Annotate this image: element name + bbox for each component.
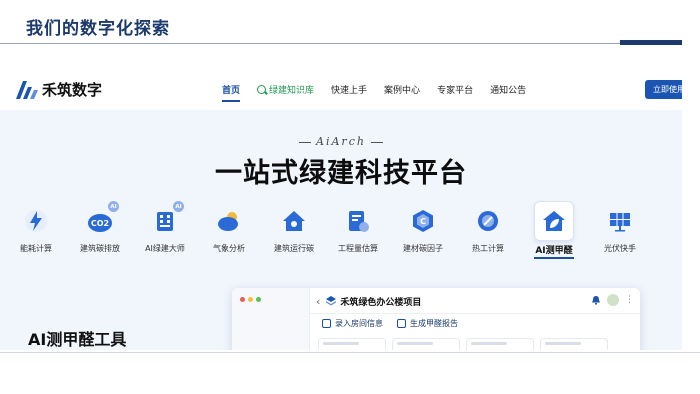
hero-title: 一站式绿建科技平台 [215,158,467,189]
tool-thermal-calc[interactable]: 热工计算 [457,208,519,254]
action-label: 生成甲醛报告 [410,319,458,328]
nav-item-home[interactable]: 首页 [222,68,241,110]
info-card[interactable] [540,338,608,350]
search-icon [257,84,267,94]
nav-item-label: 案例中心 [384,85,421,96]
minimize-dot[interactable] [248,297,253,302]
active-tool-underline [534,257,574,259]
placeholder-line [323,342,359,345]
maximize-dot[interactable] [256,297,261,302]
nav-item-label: 绿建知识库 [269,85,315,96]
slide-title: 我们的数字化探索 [26,19,170,39]
info-card[interactable] [466,338,534,350]
tool-quantity-estimate[interactable]: 工程量估算 [327,208,389,254]
tool-label: AI绿建大师 [145,244,185,253]
tool-carbon-emission[interactable]: CO2 AI 建筑碳排放 [69,201,131,254]
app-header: ‹ 禾筑绿色办公楼项目 ⋮ [316,292,634,310]
project-title: 禾筑绿色办公楼项目 [340,297,422,308]
tool-ai-green-master[interactable]: AI AI绿建大师 [134,201,196,254]
tool-icon-row: 能耗计算 CO2 AI 建筑碳排放 AI AI绿建大师 气象分析 建筑运行碳 工… [0,201,682,268]
tool-label: 气象分析 [213,244,245,253]
info-card[interactable] [392,338,460,350]
nav-item-label: 快速上手 [331,85,368,96]
svg-text:CO2: CO2 [91,219,109,228]
app-card-row [318,338,614,350]
bell-icon[interactable] [591,295,601,305]
header-tools: ⋮ [591,294,634,306]
tool-label: 建筑碳排放 [80,244,120,253]
top-navbar: 禾筑数字 首页 绿建知识库 快速上手 案例中心 专家平台 通知公告 立即使用 [0,68,682,110]
website-screenshot: 禾筑数字 首页 绿建知识库 快速上手 案例中心 专家平台 通知公告 立即使用 A… [0,68,682,350]
tool-weather-analysis[interactable]: 气象分析 [198,208,260,254]
action-label: 录入房间信息 [335,319,383,328]
main-nav: 首页 绿建知识库 快速上手 案例中心 专家平台 通知公告 [222,68,543,110]
document-clock-icon [349,211,369,232]
slide-bottom-rule [0,352,700,353]
brand-logo-icon [16,80,38,99]
avatar[interactable] [607,294,619,306]
placeholder-line [545,342,581,345]
feature-heading: AI测甲醛工具 [28,330,127,349]
nav-item-case-center[interactable]: 案例中心 [384,68,420,110]
tool-ai-formaldehyde[interactable]: AI测甲醛 [523,201,585,259]
nav-item-announcements[interactable]: 通知公告 [490,68,526,110]
slide-title-accent-bar [620,40,682,45]
hero-tagline: AiArch [0,135,682,148]
nav-item-label: 首页 [222,85,241,96]
tool-energy-calc[interactable]: 能耗计算 [5,208,67,254]
solar-panel-icon [610,213,630,232]
more-options-icon[interactable]: ⋮ [625,295,634,305]
weather-cloud-icon [218,212,238,231]
placeholder-line [397,342,433,345]
nav-item-quick-start[interactable]: 快速上手 [331,68,367,110]
nav-item-label: 通知公告 [490,85,527,96]
info-card[interactable] [318,338,386,350]
thermal-gauge-icon [478,211,498,231]
app-preview-window: ‹ 禾筑绿色办公楼项目 ⋮ 录入房间信息 生成甲醛报告 [232,288,640,350]
nav-item-label: 专家平台 [437,85,474,96]
nav-item-expert-platform[interactable]: 专家平台 [437,68,473,110]
tool-label: 建材碳因子 [403,244,443,253]
leaf-house-icon [543,211,565,231]
use-now-button[interactable]: 立即使用 [645,80,682,99]
building-grid-icon [157,212,173,231]
energy-bolt-icon [25,210,47,232]
tool-label: 能耗计算 [20,244,52,253]
brand-logo[interactable]: 禾筑数字 [16,79,102,100]
hexagon-c-icon: C [413,210,433,232]
window-controls [240,297,264,302]
room-input-icon [322,319,331,328]
co2-icon-wrap: CO2 AI [87,201,119,234]
svg-text:C: C [420,217,426,226]
app-header-divider [310,313,640,314]
house-operation-icon [283,211,305,231]
hero-tagline-text: AiArch [316,135,366,148]
building-icon-wrap: AI [152,201,184,234]
generate-report-button[interactable]: 生成甲醛报告 [397,318,458,329]
co2-cloud-icon: CO2 [88,214,112,232]
tool-pv-quick[interactable]: 光伏快手 [589,208,651,254]
tool-material-carbon-factor[interactable]: C 建材碳因子 [392,208,454,254]
placeholder-line [471,342,507,345]
tool-label: 建筑运行碳 [274,244,314,253]
tool-label: AI测甲醛 [535,246,573,256]
app-action-bar: 录入房间信息 生成甲醛报告 [322,318,472,329]
close-dot[interactable] [240,297,245,302]
brand-name: 禾筑数字 [42,81,103,99]
ai-badge: AI [108,201,119,212]
report-icon [397,319,406,328]
back-chevron-icon[interactable]: ‹ [316,295,320,308]
ai-badge: AI [173,201,184,212]
slide-title-rule [0,43,682,44]
tool-icon-card [534,201,574,241]
layers-icon [326,296,337,306]
nav-item-knowledge-base[interactable]: 绿建知识库 [257,68,314,110]
tool-operation-carbon[interactable]: 建筑运行碳 [263,208,325,254]
tool-label: 工程量估算 [338,244,378,253]
tool-label: 光伏快手 [604,244,636,253]
tool-label: 热工计算 [472,244,504,253]
enter-room-info-button[interactable]: 录入房间信息 [322,318,383,329]
